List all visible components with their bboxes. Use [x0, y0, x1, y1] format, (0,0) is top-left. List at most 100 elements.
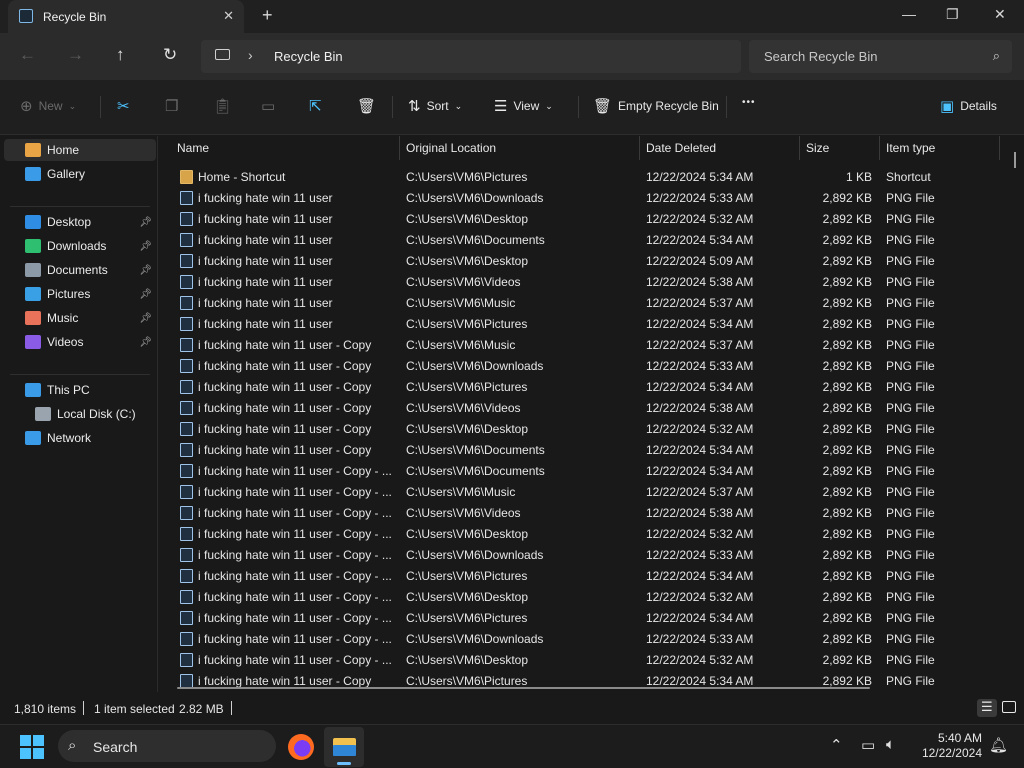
table-row[interactable]: i fucking hate win 11 user - Copy - ... C…: [162, 607, 1012, 628]
column-name[interactable]: Name: [177, 141, 209, 155]
search-input[interactable]: Search Recycle Bin ⌕: [749, 40, 1012, 73]
table-row[interactable]: i fucking hate win 11 user C:\Users\VM6\D…: [162, 208, 1012, 229]
file-explorer-taskbar-button[interactable]: [324, 727, 364, 767]
folder-icon: [333, 745, 356, 756]
sidebar-item-local-disk-c[interactable]: Local Disk (C:): [14, 403, 166, 425]
maximize-button[interactable]: ❐: [946, 6, 959, 23]
table-row[interactable]: i fucking hate win 11 user - Copy - ... C…: [162, 628, 1012, 649]
cut-button[interactable]: ✂: [117, 97, 130, 115]
sidebar-item-documents[interactable]: Documents 📌︎: [4, 259, 156, 281]
details-pane-button[interactable]: ▣ Details: [940, 97, 997, 115]
table-row[interactable]: i fucking hate win 11 user C:\Users\VM6\P…: [162, 313, 1012, 334]
rename-button[interactable]: ▭: [261, 97, 275, 115]
table-row[interactable]: i fucking hate win 11 user - Copy - ... C…: [162, 523, 1012, 544]
sidebar-item-this-pc[interactable]: This PC: [4, 379, 156, 401]
table-row[interactable]: i fucking hate win 11 user - Copy - ... C…: [162, 460, 1012, 481]
png-file-icon: [180, 485, 193, 499]
new-button[interactable]: ⊕ New ⌄: [20, 97, 76, 115]
refresh-button[interactable]: ↻: [163, 45, 177, 65]
close-tab-icon[interactable]: ✕: [223, 8, 234, 24]
column-divider[interactable]: [999, 136, 1000, 160]
details-label: Details: [960, 99, 997, 113]
selection-count: 1 item selected: [94, 702, 175, 716]
pin-icon: 📌︎: [139, 216, 152, 228]
table-row[interactable]: i fucking hate win 11 user - Copy - ... C…: [162, 565, 1012, 586]
column-date-deleted[interactable]: Date Deleted: [646, 141, 716, 155]
sort-button[interactable]: ⇅ Sort ⌄: [408, 97, 462, 115]
table-row[interactable]: i fucking hate win 11 user - Copy C:\User…: [162, 439, 1012, 460]
up-button[interactable]: ↑: [116, 45, 125, 65]
network-icon[interactable]: ▭: [861, 736, 875, 754]
tab-recycle-bin[interactable]: Recycle Bin ✕: [8, 0, 244, 33]
table-row[interactable]: i fucking hate win 11 user - Copy C:\User…: [162, 355, 1012, 376]
start-button[interactable]: [20, 735, 44, 759]
horizontal-scrollbar[interactable]: [177, 687, 870, 689]
table-row[interactable]: i fucking hate win 11 user - Copy C:\User…: [162, 376, 1012, 397]
sidebar-item-home[interactable]: Home: [4, 139, 156, 161]
column-item-type[interactable]: Item type: [886, 141, 935, 155]
table-row[interactable]: i fucking hate win 11 user - Copy - ... C…: [162, 544, 1012, 565]
chevron-right-icon[interactable]: ›: [248, 47, 253, 63]
cell-item-type: PNG File: [886, 422, 935, 436]
vertical-scrollbar[interactable]: [1014, 152, 1016, 168]
column-divider[interactable]: [799, 136, 800, 160]
back-button[interactable]: ←: [19, 45, 36, 65]
table-row[interactable]: i fucking hate win 11 user C:\Users\VM6\D…: [162, 229, 1012, 250]
table-row[interactable]: i fucking hate win 11 user C:\Users\VM6\D…: [162, 250, 1012, 271]
trash-icon: 🗑︎: [357, 98, 377, 115]
breadcrumb[interactable]: › Recycle Bin: [201, 40, 741, 73]
this-pc-icon[interactable]: [215, 49, 230, 60]
sidebar-item-desktop[interactable]: Desktop 📌︎: [4, 211, 156, 233]
table-row[interactable]: i fucking hate win 11 user C:\Users\VM6\D…: [162, 187, 1012, 208]
png-file-icon: [180, 338, 193, 352]
sidebar-item-gallery[interactable]: Gallery: [4, 163, 156, 185]
delete-button[interactable]: 🗑︎: [357, 97, 376, 115]
cell-original-location: C:\Users\VM6\Desktop: [406, 590, 529, 604]
breadcrumb-recycle-bin[interactable]: Recycle Bin: [274, 49, 343, 64]
new-tab-button[interactable]: +: [262, 5, 273, 26]
sidebar-item-network[interactable]: Network: [4, 427, 156, 449]
sidebar-item-videos[interactable]: Videos 📌︎: [4, 331, 156, 353]
table-row[interactable]: i fucking hate win 11 user - Copy C:\User…: [162, 334, 1012, 355]
column-size[interactable]: Size: [806, 141, 829, 155]
details-view-button[interactable]: ☰: [977, 699, 997, 717]
copy-button[interactable]: ❐: [165, 97, 178, 115]
taskbar-search[interactable]: ⌕ Search: [58, 730, 276, 762]
show-hidden-icons-button[interactable]: ⌃: [830, 736, 843, 754]
share-button[interactable]: ⇱: [309, 97, 322, 115]
notifications-bell-icon[interactable]: 🔔︎: [989, 736, 1008, 754]
firefox-icon[interactable]: [288, 734, 314, 760]
table-row[interactable]: i fucking hate win 11 user - Copy - ... C…: [162, 649, 1012, 670]
column-divider[interactable]: [399, 136, 400, 160]
table-row[interactable]: i fucking hate win 11 user - Copy C:\User…: [162, 418, 1012, 439]
cell-item-type: PNG File: [886, 359, 935, 373]
column-divider[interactable]: [639, 136, 640, 160]
cell-date-deleted: 12/22/2024 5:32 AM: [646, 653, 754, 667]
empty-recycle-bin-button[interactable]: 🗑︎ Empty Recycle Bin: [593, 97, 719, 115]
forward-button[interactable]: →: [67, 45, 84, 65]
table-row[interactable]: i fucking hate win 11 user - Copy - ... C…: [162, 586, 1012, 607]
table-row[interactable]: i fucking hate win 11 user - Copy C:\User…: [162, 397, 1012, 418]
table-row[interactable]: Home - Shortcut C:\Users\VM6\Pictures 12/2…: [162, 166, 1012, 187]
more-options-button[interactable]: •••: [742, 97, 756, 108]
empty-recycle-bin-label: Empty Recycle Bin: [618, 99, 719, 113]
tiles-view-button[interactable]: [999, 699, 1019, 717]
table-row[interactable]: i fucking hate win 11 user - Copy - ... C…: [162, 502, 1012, 523]
view-button[interactable]: ☰ View ⌄: [494, 97, 553, 115]
close-window-button[interactable]: ✕: [994, 6, 1006, 23]
cell-name: i fucking hate win 11 user: [198, 296, 333, 310]
sidebar-item-downloads[interactable]: Downloads 📌︎: [4, 235, 156, 257]
paste-button[interactable]: 📋︎: [213, 97, 232, 115]
column-divider[interactable]: [879, 136, 880, 160]
sidebar-item-music[interactable]: Music 📌︎: [4, 307, 156, 329]
volume-muted-icon[interactable]: 🔈︎: [886, 736, 895, 753]
sidebar-item-pictures[interactable]: Pictures 📌︎: [4, 283, 156, 305]
minimize-button[interactable]: —: [902, 6, 916, 22]
table-row[interactable]: i fucking hate win 11 user - Copy - ... C…: [162, 481, 1012, 502]
cell-original-location: C:\Users\VM6\Pictures: [406, 380, 528, 394]
column-original-location[interactable]: Original Location: [406, 141, 496, 155]
column-headers: ⌃ Name Original Location Date Deleted Si…: [162, 136, 1012, 160]
clock[interactable]: 5:40 AM 12/22/2024: [914, 731, 982, 761]
table-row[interactable]: i fucking hate win 11 user C:\Users\VM6\V…: [162, 271, 1012, 292]
table-row[interactable]: i fucking hate win 11 user C:\Users\VM6\M…: [162, 292, 1012, 313]
